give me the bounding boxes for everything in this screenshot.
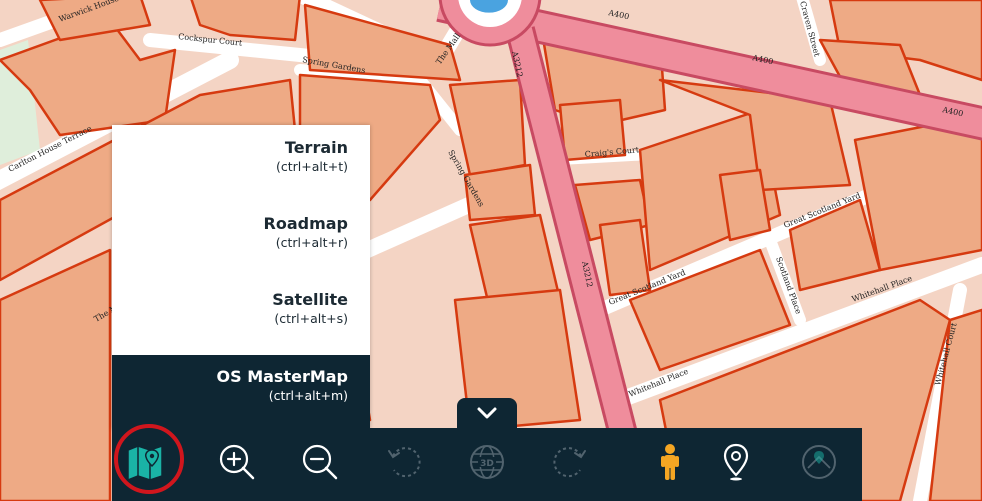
map-type-terrain[interactable]: Terrain (ctrl+alt+t) <box>112 138 370 212</box>
map-type-label: Terrain <box>284 138 348 157</box>
location-pin-icon <box>723 443 749 481</box>
rotate-left-button[interactable] <box>374 428 434 496</box>
zoom-out-icon <box>302 444 338 480</box>
map-type-menu: Terrain (ctrl+alt+t) Roadmap (ctrl+alt+r… <box>112 125 370 429</box>
map-toolbar: 3D <box>112 428 862 501</box>
3d-label: 3D <box>480 459 494 469</box>
zoom-out-button[interactable] <box>290 428 350 496</box>
map-type-shortcut: (ctrl+alt+t) <box>275 159 348 174</box>
map-pin-icon <box>127 445 163 481</box>
globe-3d-icon: 3D <box>470 445 504 479</box>
map-type-shortcut: (ctrl+alt+r) <box>275 235 348 250</box>
map-type-shortcut: (ctrl+alt+m) <box>268 388 348 403</box>
map-layers-button[interactable] <box>789 428 849 496</box>
chevron-down-icon <box>477 407 497 419</box>
location-button[interactable] <box>706 428 766 496</box>
collapse-toolbar-button[interactable] <box>457 398 517 430</box>
pegman-icon <box>661 444 679 480</box>
building <box>718 168 772 242</box>
map-type-label: Roadmap <box>263 214 348 233</box>
map-type-button[interactable] <box>115 428 175 496</box>
map-type-roadmap[interactable]: Roadmap (ctrl+alt+r) <box>112 214 370 288</box>
rotate-right-icon <box>553 447 586 478</box>
map-type-os-mastermap[interactable]: OS MasterMap (ctrl+alt+m) <box>112 355 370 429</box>
rotate-right-button[interactable] <box>540 428 600 496</box>
map-type-shortcut: (ctrl+alt+s) <box>274 311 348 326</box>
rotate-left-icon <box>388 447 421 478</box>
map-type-label: Satellite <box>272 290 348 309</box>
zoom-in-icon <box>219 444 255 480</box>
zoom-in-button[interactable] <box>207 428 267 496</box>
3d-view-button[interactable]: 3D <box>457 428 517 496</box>
map-type-satellite[interactable]: Satellite (ctrl+alt+s) <box>112 290 370 364</box>
street-view-button[interactable] <box>640 428 700 496</box>
map-type-label: OS MasterMap <box>216 367 349 386</box>
map-layers-icon <box>802 445 836 479</box>
